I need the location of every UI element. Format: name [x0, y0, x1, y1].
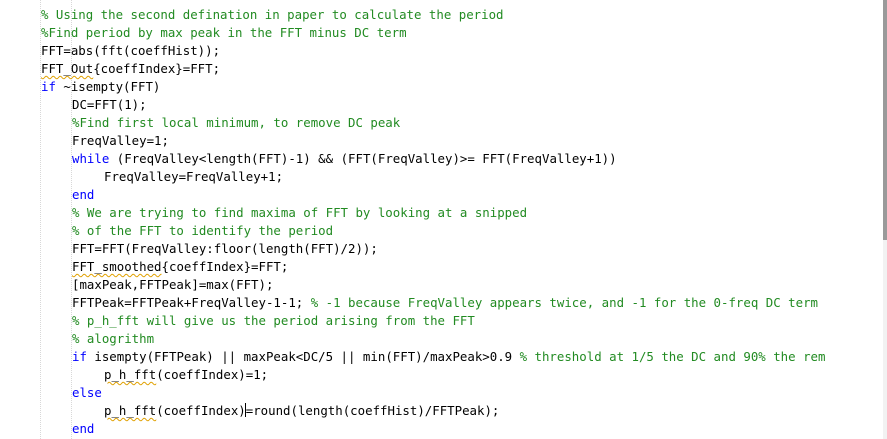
code-comment: % Using the second defination in paper t… [41, 7, 504, 22]
code-comment: % threshold at 1/5 the DC and 90% the re… [519, 349, 826, 364]
code-line[interactable]: % p_h_fft will give us the period arisin… [72, 312, 475, 330]
code-keyword: if [41, 79, 56, 94]
code-warning-token: FFT_Out [41, 61, 94, 76]
code-line[interactable]: p_h_fft(coeffIndex)=1; [104, 366, 268, 384]
code-token: {coeffIndex}=FFT; [93, 61, 221, 76]
code-keyword: end [72, 421, 95, 436]
code-comment: % We are trying to find maxima of FFT by… [72, 205, 528, 220]
code-editor[interactable]: % Using the second defination in paper t… [0, 0, 887, 439]
code-line[interactable]: FFT=abs(fft(coeffHist)); [41, 42, 220, 60]
code-line[interactable]: FFT=FFT(FreqValley:floor(length(FFT)/2))… [72, 240, 378, 258]
code-token: FFT=FFT(FreqValley:floor(length(FFT)/2))… [72, 241, 378, 256]
code-comment: % p_h_fft will give us the period arisin… [72, 313, 475, 328]
code-line[interactable]: p_h_fft(coeffIndex)=round(length(coeffHi… [104, 402, 499, 420]
code-token: isempty(FFTPeak) || maxPeak<DC/5 || min(… [86, 349, 520, 364]
code-token: FFT=abs(fft(coeffHist)); [41, 43, 221, 58]
code-token: FreqValley=1; [72, 133, 169, 148]
code-token: [maxPeak,FFTPeak]=max(FFT); [72, 277, 274, 292]
code-line[interactable]: if ~isempty(FFT) [41, 78, 160, 96]
code-comment: %Find first local minimum, to remove DC … [72, 115, 401, 130]
code-line[interactable]: FFT_Out{coeffIndex}=FFT; [41, 60, 220, 78]
code-token: =round(length(coeffHist)/FFTPeak); [245, 403, 500, 418]
code-keyword: while [72, 151, 110, 166]
code-line[interactable]: % of the FFT to identify the period [72, 222, 333, 240]
code-line[interactable]: % We are trying to find maxima of FFT by… [72, 204, 527, 222]
code-warning-token: p_h_fft [104, 403, 157, 418]
code-line[interactable]: %Find first local minimum, to remove DC … [72, 114, 400, 132]
vertical-scrollbar[interactable] [883, 0, 887, 439]
code-line[interactable]: DC=FFT(1); [72, 96, 147, 114]
code-line[interactable]: if isempty(FFTPeak) || maxPeak<DC/5 || m… [72, 348, 825, 366]
code-line[interactable]: FreqValley=FreqValley+1; [104, 168, 283, 186]
code-token: FFTPeak=FFTPeak+FreqValley-1-1; [72, 295, 311, 310]
code-line[interactable]: end [72, 420, 94, 438]
code-line[interactable]: FFT_smoothed{coeffIndex}=FFT; [72, 258, 288, 276]
code-line[interactable]: else [72, 384, 102, 402]
code-token: {coeffIndex}=FFT; [161, 259, 289, 274]
code-comment: %Find period by max peak in the FFT minu… [41, 25, 407, 40]
code-keyword: else [72, 385, 102, 400]
code-line[interactable]: end [72, 186, 94, 204]
code-token: DC=FFT(1); [72, 97, 147, 112]
code-line[interactable]: % alogrithm [72, 330, 154, 348]
editor-gutter [0, 0, 30, 439]
code-keyword: end [72, 187, 95, 202]
code-token: ~isempty(FFT) [55, 79, 161, 94]
code-token: (coeffIndex) [156, 403, 246, 418]
code-warning-token: FFT_smoothed [72, 259, 162, 274]
code-line[interactable]: FFTPeak=FFTPeak+FreqValley-1-1; % -1 bec… [72, 294, 818, 312]
code-keyword: if [72, 349, 87, 364]
code-line[interactable]: while (FreqValley<length(FFT)-1) && (FFT… [72, 150, 617, 168]
code-warning-token: p_h_fft [104, 367, 157, 382]
code-token: (coeffIndex)=1; [156, 367, 269, 382]
code-comment: % -1 because FreqValley appears twice, a… [310, 295, 818, 310]
scrollbar-thumb[interactable] [883, 0, 887, 240]
code-token: FreqValley=FreqValley+1; [104, 169, 284, 184]
code-comment: % alogrithm [72, 331, 155, 346]
code-token: (FreqValley<length(FFT)-1) && (FFT(FreqV… [109, 151, 617, 166]
code-line[interactable]: % Using the second defination in paper t… [41, 6, 504, 24]
code-line[interactable]: FreqValley=1; [72, 132, 169, 150]
code-line[interactable]: %Find period by max peak in the FFT minu… [41, 24, 407, 42]
code-comment: % of the FFT to identify the period [72, 223, 334, 238]
code-line[interactable]: [maxPeak,FFTPeak]=max(FFT); [72, 276, 273, 294]
